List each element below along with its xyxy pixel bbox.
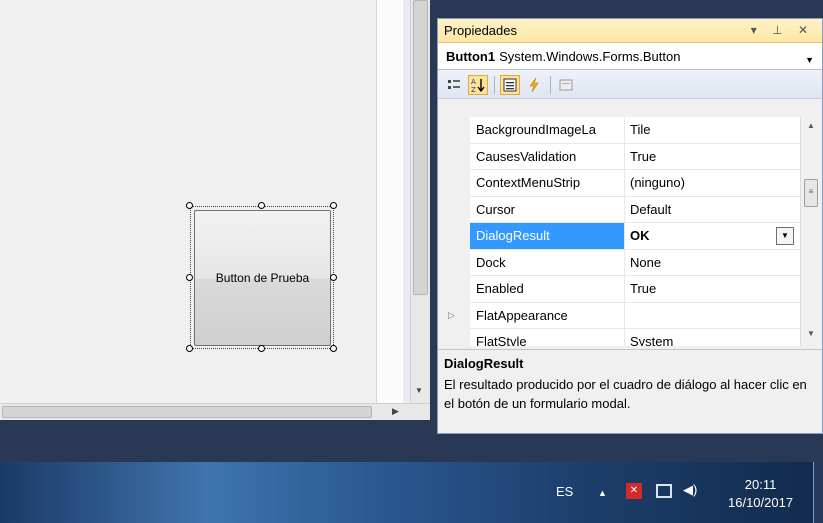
property-grid[interactable]: BackgroundImageLa Tile CausesValidation Tru… [438,117,822,346]
object-type: System.Windows.Forms.Button [499,48,681,64]
properties-title-bar[interactable]: Propiedades ▾ ⊥ ✕ [438,19,822,43]
property-row[interactable]: BackgroundImageLa Tile [470,117,800,144]
form-button-button1[interactable]: Button de Prueba [194,210,331,346]
property-row[interactable]: FlatStyle System [470,329,800,346]
property-pages-icon[interactable] [556,75,576,95]
property-name: BackgroundImageLa [470,117,625,143]
resize-handle-bottom-right[interactable] [330,345,337,352]
properties-icon[interactable] [500,75,520,95]
show-hidden-icons-icon[interactable]: ▲ [598,488,607,498]
vertical-scroll-thumb[interactable] [413,0,428,295]
expand-icon[interactable]: ▷ [448,310,455,321]
network-icon[interactable] [656,484,672,498]
clock[interactable]: 20:11 16/10/2017 [728,476,793,512]
property-value[interactable]: True [625,276,800,302]
properties-title: Propiedades [444,23,517,38]
property-name: Cursor [470,196,625,222]
resize-handle-right[interactable] [330,274,337,281]
property-row[interactable]: Dock None [470,249,800,276]
property-name: CausesValidation [470,143,625,169]
property-value[interactable]: None [625,250,800,276]
object-selector[interactable]: Button1 System.Windows.Forms.Button ▼ [438,43,822,70]
property-name: Dock [470,249,625,275]
property-name: ContextMenuStrip [470,170,625,196]
properties-toolbar: AZ [438,70,822,99]
svg-text:Z: Z [471,86,476,93]
property-value[interactable]: True [625,144,800,170]
resize-handle-top-left[interactable] [186,202,193,209]
object-name: Button1 [446,48,496,64]
designer-vertical-scrollbar[interactable]: ▼ [410,0,430,403]
property-row[interactable]: ▷ FlatAppearance [448,302,800,329]
window-controls-icon[interactable]: ▾ ⊥ ✕ [751,23,814,37]
property-row[interactable]: DialogResult OK ▼ [470,223,800,250]
action-center-flag-icon[interactable]: ✕ [626,483,642,499]
property-grid-scroll-thumb[interactable]: ≡ [804,179,818,207]
property-row[interactable]: Enabled True [470,276,800,303]
property-name: Enabled [470,276,625,302]
property-row[interactable]: CausesValidation True [470,143,800,170]
svg-text:A: A [471,78,476,86]
toolbar-separator [494,76,495,94]
volume-icon[interactable]: ◀) [683,482,697,498]
scroll-down-icon[interactable]: ▼ [415,386,423,395]
sort-az-icon[interactable]: AZ [468,75,488,95]
chevron-down-icon[interactable]: ▼ [805,55,814,65]
property-name: FlatAppearance [470,302,625,328]
show-desktop-button[interactable] [813,462,823,523]
scroll-up-icon[interactable]: ▲ [807,121,815,130]
toolbar-separator [550,76,551,94]
value-dropdown-icon[interactable]: ▼ [776,226,794,245]
form-button-label: Button de Prueba [215,271,310,285]
resize-handle-top-right[interactable] [330,202,337,209]
taskbar: ES ▲ ✕ ◀) 20:11 16/10/2017 [0,462,823,523]
property-value[interactable]: OK [625,223,800,249]
property-value[interactable]: Tile [625,117,800,143]
resize-handle-bottom-left[interactable] [186,345,193,352]
description-title: DialogResult [444,356,524,371]
lightning-icon[interactable] [524,75,544,95]
scroll-down-icon[interactable]: ▼ [807,329,815,338]
designer-horizontal-scrollbar[interactable]: ▶ [0,403,430,420]
description-pane: DialogResult El resultado producido por … [438,349,822,433]
property-value[interactable]: Default [625,197,800,223]
resize-handle-left[interactable] [186,274,193,281]
property-row[interactable]: Cursor Default [470,196,800,223]
horizontal-scroll-thumb[interactable] [2,406,372,418]
property-value[interactable]: System [625,329,800,346]
panel-splitter[interactable] [403,0,410,420]
property-name: DialogResult [470,223,625,249]
property-grid-scrollbar[interactable]: ▲ ≡ ▼ [800,117,822,346]
system-tray: ES ▲ ✕ ◀) 20:11 16/10/2017 [523,462,823,523]
language-indicator[interactable]: ES [556,484,573,499]
clock-time: 20:11 [744,477,777,492]
property-name: FlatStyle [470,329,625,346]
property-value[interactable] [625,303,800,329]
resize-handle-bottom[interactable] [258,345,265,352]
resize-handle-top[interactable] [258,202,265,209]
scroll-right-icon[interactable]: ▶ [392,406,399,417]
description-text: El resultado producido por el cuadro de … [444,377,807,411]
property-value[interactable]: (ninguno) [625,170,800,196]
properties-window: Propiedades ▾ ⊥ ✕ Button1 System.Windows… [437,18,823,434]
property-row[interactable]: ContextMenuStrip (ninguno) [470,170,800,197]
clock-date: 16/10/2017 [728,495,794,510]
form-designer-edge [376,0,403,403]
categorized-icon[interactable] [444,75,464,95]
